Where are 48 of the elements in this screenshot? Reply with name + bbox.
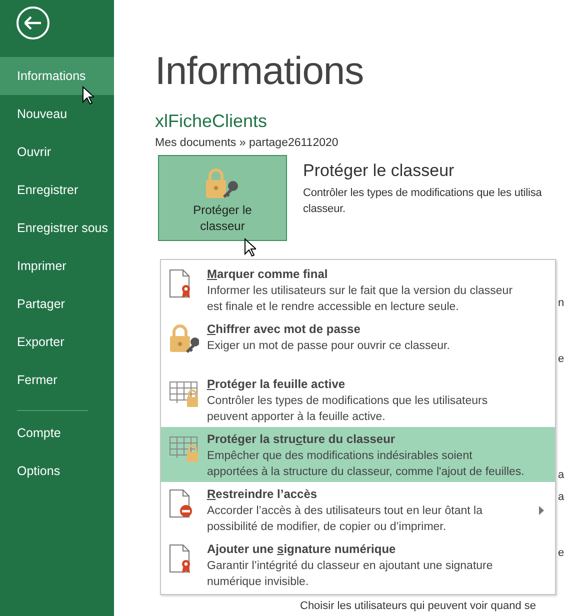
back-icon[interactable] bbox=[16, 6, 50, 40]
nav-item[interactable]: Compte bbox=[0, 414, 114, 452]
menu-item-title: Marquer comme final bbox=[207, 266, 329, 283]
menu-item-title: Ajouter une signature numérique bbox=[207, 541, 397, 558]
menu-item-title: Protéger la structure du classeur bbox=[207, 431, 396, 448]
menu-item[interactable]: Chiffrer avec mot de passe Exiger un mot de passe pour ouvrir ce classeur. bbox=[161, 317, 555, 372]
nav-item[interactable]: Enregistrer sous bbox=[0, 209, 114, 247]
nav-item[interactable]: Options bbox=[0, 452, 114, 490]
menu-item-description: Garantir l’intégrité du classeur en ajoutant une signature numérique invisible. bbox=[207, 559, 493, 590]
nav-item[interactable]: Imprimer bbox=[0, 247, 114, 285]
menu-item-description: Contrôler les types de modifications que les utilisateurs peuvent apporter à la feuille active. bbox=[207, 394, 488, 425]
protect-workbook-button[interactable]: Protéger le classeur bbox=[158, 155, 287, 241]
text-fragment: n bbox=[558, 296, 566, 311]
text-fragment: a bbox=[558, 468, 566, 483]
menu-item[interactable]: Protéger la structure du classeur Empêcher que des modifications indésirables soient apportées à la structure du classeur, comme l'ajout de feuilles. bbox=[161, 427, 555, 482]
text-fragment: e bbox=[558, 352, 566, 367]
menu-item[interactable]: Ajouter une signature numérique Garantir l’intégrité du classeur en ajoutant une signature numérique invisible. bbox=[161, 537, 555, 592]
menu-item-description: Accorder l’accès à des utilisateurs tout en leur ôtant la possibilité de modifier, de copier ou d’imprimer. bbox=[207, 504, 483, 535]
text-fragment: Choisir les utilisateurs qui peuvent voir quand se bbox=[300, 599, 538, 613]
nav-item[interactable]: Ouvrir bbox=[0, 133, 114, 171]
sheet-lock-icon bbox=[169, 379, 199, 409]
text-fragment: e bbox=[558, 546, 566, 561]
cursor-icon bbox=[82, 86, 94, 105]
nav-item[interactable]: Fermer bbox=[0, 361, 114, 399]
menu-item[interactable]: Marquer comme final Informer les utilisateurs sur le fait que la version du classeur est finale et le rendre accessible en lecture seule. bbox=[161, 262, 555, 317]
menu-item-title: Restreindre l’accès bbox=[207, 486, 318, 503]
section-description: Contrôler les types de modifications que les utilisa bbox=[303, 186, 542, 201]
nav-item[interactable]: Enregistrer bbox=[0, 171, 114, 209]
nav-item[interactable]: Informations bbox=[0, 57, 114, 95]
sheet-lock-icon bbox=[169, 434, 199, 464]
menu-item-description: Empêcher que des modifications indésirables soient apportées à la structure du classeur, comme l'ajout de feuilles. bbox=[207, 449, 524, 480]
nav-item[interactable]: Partager bbox=[0, 285, 114, 323]
menu-item-title: Chiffrer avec mot de passe bbox=[207, 321, 362, 338]
file-name: xlFicheClients bbox=[155, 110, 268, 132]
menu-item[interactable]: Protéger la feuille active Contrôler les types de modifications que les utilisateurs peuvent apporter à la feuille active. bbox=[161, 372, 555, 427]
section-description: classeur. bbox=[303, 202, 347, 217]
page-title: Informations bbox=[155, 49, 365, 95]
nav-item[interactable]: Exporter bbox=[0, 323, 114, 361]
cursor-icon bbox=[244, 238, 256, 257]
menu-item-title: Protéger la feuille active bbox=[207, 376, 346, 393]
lock-key-icon bbox=[169, 324, 199, 354]
file-path: Mes documents » partage26112020 bbox=[155, 136, 340, 151]
section-heading: Protéger le classeur bbox=[303, 160, 456, 182]
nav-item[interactable]: Nouveau bbox=[0, 95, 114, 133]
menu-item[interactable]: Restreindre l’accès Accorder l’accès à des utilisateurs tout en leur ôtant la possibilité de modifier, de copier ou d’imprimer. bbox=[161, 482, 555, 537]
menu-item-description: Exiger un mot de passe pour ouvrir ce classeur. bbox=[207, 339, 450, 354]
text-fragment: a bbox=[558, 490, 566, 505]
menu-item-description: Informer les utilisateurs sur le fait que la version du classeur est finale et le rendre accessible en lecture seule. bbox=[207, 284, 513, 315]
